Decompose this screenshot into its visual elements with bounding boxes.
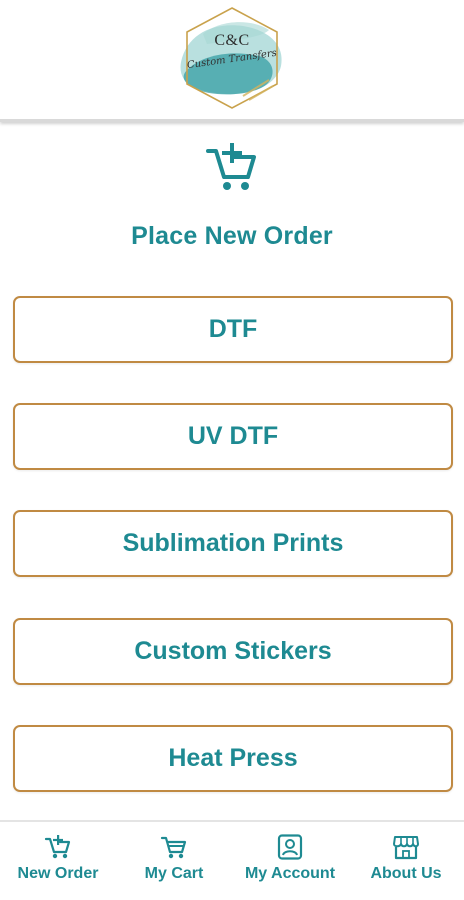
tab-new-order[interactable]: New Order <box>0 822 116 900</box>
bottom-tab-bar: New Order My Cart My Account About Us <box>0 820 464 900</box>
app-header: C&C Custom Transfers <box>0 0 464 122</box>
tab-about-us[interactable]: About Us <box>348 822 464 900</box>
add-cart-icon <box>44 835 71 859</box>
tab-label: My Account <box>244 865 336 882</box>
cart-icon <box>160 836 187 859</box>
page-title: Place New Order <box>131 222 333 250</box>
option-dtf-button[interactable]: DTF <box>13 296 453 363</box>
logo-title: C&C <box>214 31 250 49</box>
store-icon <box>393 836 419 860</box>
add-to-cart-icon <box>206 143 256 190</box>
option-custom-stickers-button[interactable]: Custom Stickers <box>13 618 453 685</box>
tab-my-cart[interactable]: My Cart <box>116 822 232 900</box>
tab-label: About Us <box>370 865 442 882</box>
option-sublimation-prints-button[interactable]: Sublimation Prints <box>13 510 453 577</box>
tab-label: My Cart <box>144 865 204 882</box>
option-uv-dtf-button[interactable]: UV DTF <box>13 403 453 470</box>
brand-logo[interactable]: C&C Custom Transfers <box>173 4 291 116</box>
tab-my-account[interactable]: My Account <box>232 822 348 900</box>
account-icon <box>277 834 303 860</box>
tab-label: New Order <box>17 865 99 882</box>
option-heat-press-button[interactable]: Heat Press <box>13 725 453 792</box>
